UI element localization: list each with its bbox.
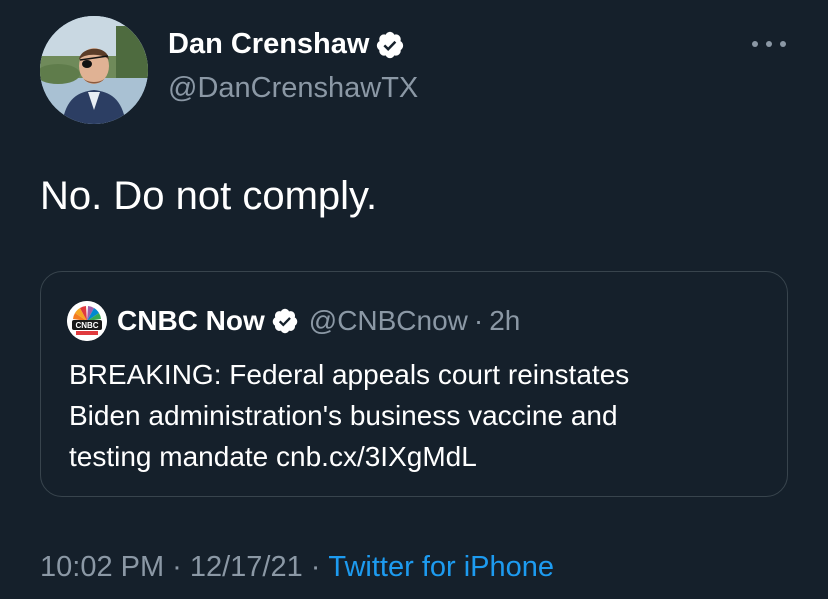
tweet-date[interactable]: 12/17/21	[190, 551, 303, 583]
quoted-tweet-header: CNBC CNBC Now @CNBCnow · 2h	[67, 301, 520, 341]
profile-photo-icon	[40, 16, 148, 124]
tweet-source-link[interactable]: Twitter for iPhone	[328, 551, 554, 583]
tweet-text: No. Do not comply.	[40, 174, 378, 218]
tweet-time[interactable]: 10:02 PM	[40, 551, 164, 583]
more-dot-icon	[766, 41, 772, 47]
quoted-tweet-time[interactable]: 2h	[489, 305, 520, 337]
verified-badge-icon	[272, 308, 298, 334]
quoted-tweet-line: Biden administration's business vaccine …	[69, 400, 618, 431]
verified-badge-icon	[377, 31, 404, 58]
quoted-author-handle[interactable]: @CNBCnow	[309, 305, 468, 337]
svg-text:CNBC: CNBC	[75, 321, 98, 330]
tweet: Dan Crenshaw @DanCrenshawTX No. Do not c…	[0, 0, 828, 599]
quoted-tweet-line: BREAKING: Federal appeals court reinstat…	[69, 359, 630, 390]
author-handle[interactable]: @DanCrenshawTX	[168, 72, 418, 105]
more-dot-icon	[780, 41, 786, 47]
separator-dot: ·	[172, 551, 182, 583]
author-name[interactable]: Dan Crenshaw	[168, 28, 369, 61]
more-dot-icon	[752, 41, 758, 47]
author-avatar[interactable]	[40, 16, 148, 124]
more-options-button[interactable]	[752, 34, 786, 54]
separator-dot: ·	[473, 305, 484, 336]
quoted-author-name[interactable]: CNBC Now	[117, 305, 265, 337]
quoted-tweet-card[interactable]: CNBC CNBC Now @CNBCnow · 2h BREAKING: Fe…	[40, 271, 788, 497]
separator-dot: ·	[310, 551, 321, 583]
quoted-tweet-line: testing mandate cnb.cx/3IXgMdL	[69, 441, 477, 472]
quoted-tweet-text: BREAKING: Federal appeals court reinstat…	[69, 354, 769, 477]
author-name-row[interactable]: Dan Crenshaw	[168, 28, 405, 61]
cnbc-peacock-icon: CNBC	[67, 301, 107, 341]
tweet-metadata: 10:02 PM · 12/17/21 · Twitter for iPhone	[40, 551, 554, 584]
